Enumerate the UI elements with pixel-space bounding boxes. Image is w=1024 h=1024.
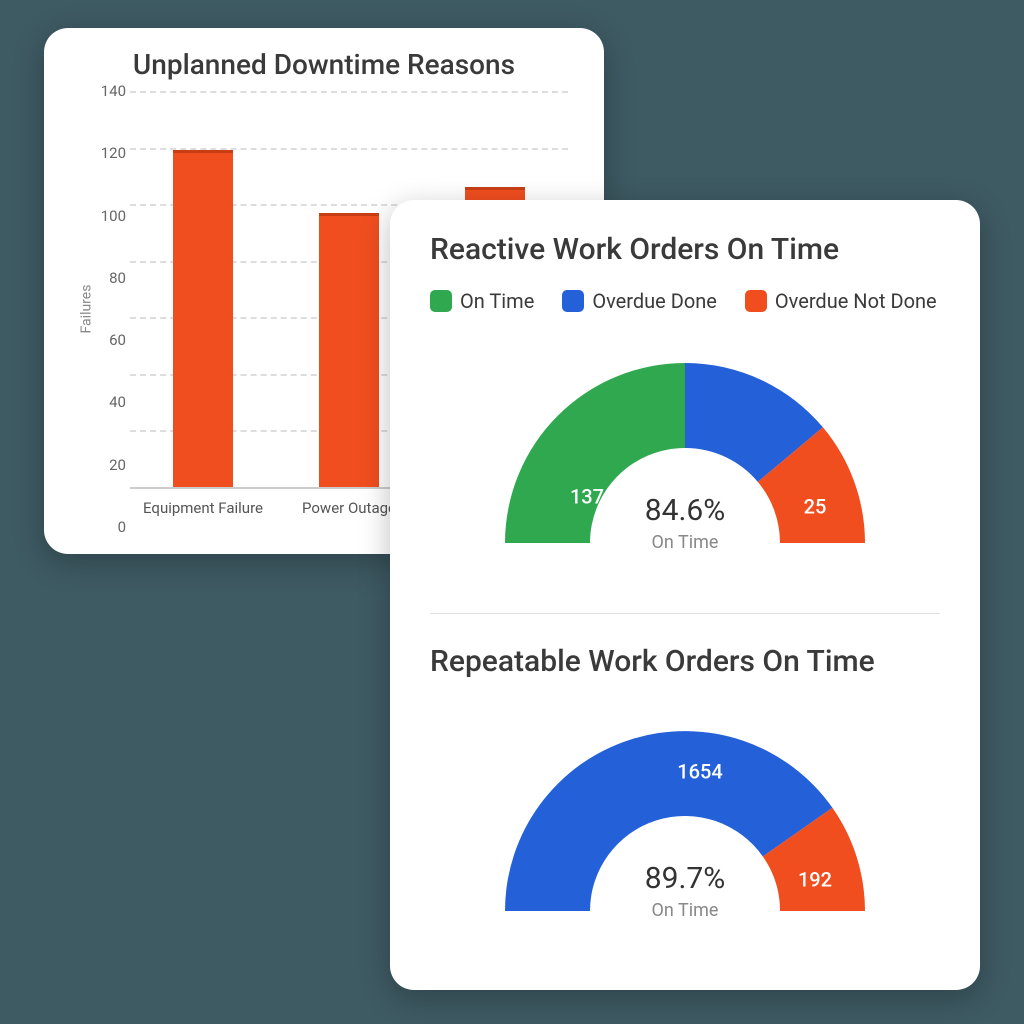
gauge-repeatable: 1654 192 89.7% On Time xyxy=(430,701,940,951)
legend-label: On Time xyxy=(460,289,534,313)
gauge1-pct: 84.6% xyxy=(430,493,940,528)
gauge2-center: 89.7% On Time xyxy=(430,861,940,921)
swatch-blue xyxy=(562,290,584,312)
ytick: 60 xyxy=(92,331,126,349)
xlabel: Equipment Failure xyxy=(133,493,273,527)
gauge1-sub: On Time xyxy=(430,532,940,553)
legend-label: Overdue Done xyxy=(592,289,717,313)
bar-ylabel: Failures xyxy=(78,285,94,334)
gauge2-sub: On Time xyxy=(430,900,940,921)
gauge-legend: On Time Overdue Done Overdue Not Done xyxy=(430,289,940,313)
ytick: 140 xyxy=(92,82,126,100)
gauge2-blue-label: 1654 xyxy=(677,759,722,783)
legend-overdue-not-done: Overdue Not Done xyxy=(745,289,937,313)
legend-overdue-done: Overdue Done xyxy=(562,289,717,313)
ytick: 40 xyxy=(92,393,126,411)
ytick: 80 xyxy=(92,269,126,287)
divider xyxy=(430,613,940,614)
ytick: 120 xyxy=(92,144,126,162)
gauge1-center: 84.6% On Time xyxy=(430,493,940,553)
swatch-green xyxy=(430,290,452,312)
swatch-orange xyxy=(745,290,767,312)
work-orders-gauge-card: Reactive Work Orders On Time On Time Ove… xyxy=(390,200,980,990)
legend-on-time: On Time xyxy=(430,289,534,313)
ytick: 0 xyxy=(92,518,126,536)
bar-chart-title: Unplanned Downtime Reasons xyxy=(68,48,580,81)
gauge2-title: Repeatable Work Orders On Time xyxy=(430,644,940,679)
ytick: 20 xyxy=(92,456,126,474)
gauge-reactive: 137 25 84.6% On Time xyxy=(430,333,940,583)
legend-label: Overdue Not Done xyxy=(775,289,937,313)
gauge2-pct: 89.7% xyxy=(430,861,940,896)
gauge1-title: Reactive Work Orders On Time xyxy=(430,232,940,267)
bar-equipment-failure xyxy=(173,150,233,487)
bar-power-outage xyxy=(319,213,379,487)
ytick: 100 xyxy=(92,207,126,225)
